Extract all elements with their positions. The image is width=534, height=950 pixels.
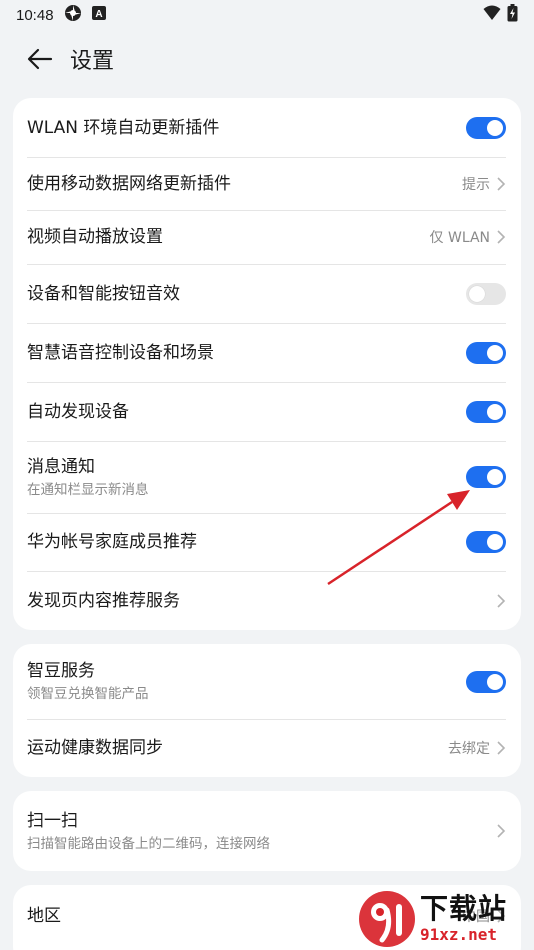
row-value: 提示	[462, 176, 490, 193]
voice-control-toggle[interactable]	[466, 341, 506, 364]
chevron-right-icon	[497, 230, 506, 244]
row-title: 设备和智能按钮音效	[27, 283, 180, 304]
row-title: 智豆服务	[27, 661, 95, 681]
status-time: 10:48	[16, 6, 54, 24]
settings-card-scan: 扫一扫 扫描智能路由设备上的二维码，连接网络	[13, 791, 521, 871]
auto-discover-toggle[interactable]	[466, 400, 506, 423]
wlan-auto-update-row[interactable]: WLAN 环境自动更新插件	[13, 98, 521, 157]
row-subtitle: 领智豆兑换智能产品	[27, 686, 149, 702]
header: 设置	[0, 36, 534, 82]
zhidou-service-row[interactable]: 智豆服务 领智豆兑换智能产品	[13, 644, 521, 719]
chevron-right-icon	[497, 741, 506, 755]
row-title: 发现页内容推荐服务	[27, 590, 180, 611]
button-sound-row[interactable]: 设备和智能按钮音效	[13, 264, 521, 323]
row-title: 消息通知	[27, 456, 95, 477]
settings-card-services: 智豆服务 领智豆兑换智能产品 运动健康数据同步 去绑定	[13, 644, 521, 777]
row-title: 视频自动播放设置	[27, 227, 163, 247]
chevron-right-icon	[497, 593, 506, 608]
status-bar: 10:48 A	[0, 0, 534, 30]
mobile-data-update-row[interactable]: 使用移动数据网络更新插件 提示	[13, 157, 521, 210]
row-title: 扫一扫	[27, 810, 78, 831]
message-notification-toggle[interactable]	[466, 466, 506, 488]
content-recommend-row[interactable]: 发现页内容推荐服务	[13, 571, 521, 630]
huawei-share-icon	[64, 4, 82, 26]
notification-a-icon: A	[91, 6, 106, 24]
chevron-right-icon	[497, 824, 506, 838]
row-value: 去绑定	[448, 741, 490, 757]
button-sound-toggle[interactable]	[466, 282, 506, 305]
row-title: 华为帐号家庭成员推荐	[27, 532, 197, 552]
row-title: 智慧语音控制设备和场景	[27, 342, 214, 363]
wlan-auto-update-toggle[interactable]	[466, 116, 506, 139]
svg-text:A: A	[95, 9, 102, 20]
row-title: 运动健康数据同步	[27, 738, 163, 758]
back-button[interactable]	[24, 43, 56, 75]
row-title: 使用移动数据网络更新插件	[27, 173, 231, 194]
wifi-icon	[483, 5, 501, 25]
settings-card-general: WLAN 环境自动更新插件 使用移动数据网络更新插件 提示 视频自动播放设置 仅…	[13, 98, 521, 630]
family-member-recommend-row[interactable]: 华为帐号家庭成员推荐	[13, 513, 521, 571]
row-value: 仅 WLAN	[429, 230, 490, 246]
row-subtitle: 在通知栏显示新消息	[27, 481, 149, 498]
row-subtitle: 扫描智能路由设备上的二维码，连接网络	[27, 835, 270, 852]
family-member-recommend-toggle[interactable]	[466, 531, 506, 553]
watermark: 下载站 91xz.net	[356, 888, 532, 950]
scan-row[interactable]: 扫一扫 扫描智能路由设备上的二维码，连接网络	[13, 791, 521, 871]
chevron-right-icon	[497, 176, 506, 191]
watermark-url: 91xz.net	[420, 925, 498, 944]
zhidou-service-toggle[interactable]	[466, 670, 506, 693]
health-data-sync-row[interactable]: 运动健康数据同步 去绑定	[13, 719, 521, 777]
watermark-name: 下载站	[420, 892, 508, 925]
row-title: WLAN 环境自动更新插件	[27, 117, 220, 138]
video-autoplay-row[interactable]: 视频自动播放设置 仅 WLAN	[13, 210, 521, 264]
auto-discover-row[interactable]: 自动发现设备	[13, 382, 521, 441]
message-notification-row[interactable]: 消息通知 在通知栏显示新消息	[13, 441, 521, 513]
watermark-logo-icon	[359, 891, 415, 947]
row-title: 自动发现设备	[27, 401, 129, 422]
page-title: 设置	[70, 49, 115, 74]
back-arrow-icon	[27, 48, 53, 70]
battery-charging-icon	[507, 4, 518, 26]
voice-control-row[interactable]: 智慧语音控制设备和场景	[13, 323, 521, 382]
